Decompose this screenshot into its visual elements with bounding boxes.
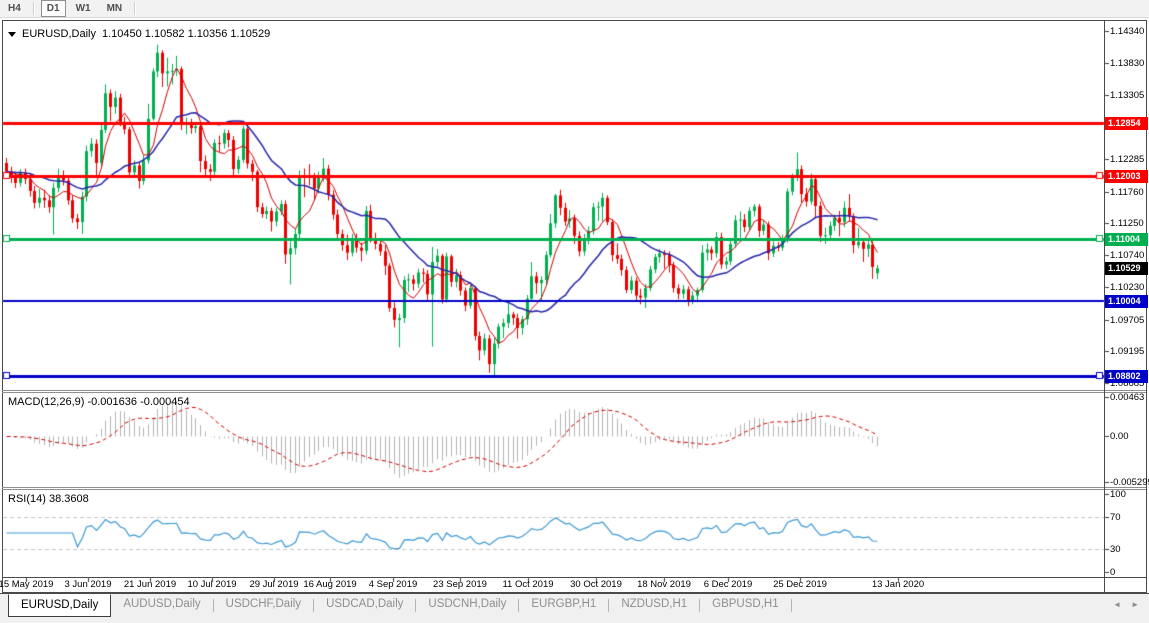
x-axis-label: 15 May 2019 [0, 579, 61, 590]
x-axis-label: 6 Dec 2019 [693, 579, 763, 590]
tab-audusd-daily[interactable]: AUDUSD,Daily [111, 594, 212, 615]
tab-eurgbp-h1[interactable]: EURGBP,H1 [519, 594, 608, 615]
price-tag-line: 1.11004 [1105, 233, 1148, 246]
y-axis-label: 1.09195 [1110, 346, 1144, 357]
macd-axis-label: 0.00 [1110, 431, 1129, 442]
y-axis-label: 1.13830 [1110, 58, 1144, 69]
tab-eurusd-daily[interactable]: EURUSD,Daily [8, 594, 111, 617]
x-axis-label: 23 Sep 2019 [425, 579, 495, 590]
tab-usdcnh-daily[interactable]: USDCNH,Daily [416, 594, 518, 615]
tab-gbpusd-h1[interactable]: GBPUSD,H1 [700, 594, 790, 615]
tab-usdchf-daily[interactable]: USDCHF,Daily [214, 594, 313, 615]
y-axis-label: 1.14340 [1110, 26, 1144, 37]
chart-ohlc-values: 1.10450 1.10582 1.10356 1.10529 [102, 28, 270, 40]
tab-divider [791, 599, 792, 612]
macd-indicator-label: MACD(12,26,9) -0.001636 -0.000454 [8, 396, 190, 408]
rsi-indicator-label: RSI(14) 38.3608 [8, 493, 89, 505]
x-axis-label: 30 Oct 2019 [561, 579, 631, 590]
tab-nzdusd-h1[interactable]: NZDUSD,H1 [609, 594, 699, 615]
x-axis-label: 11 Oct 2019 [493, 579, 563, 590]
chart-tabs-bar: EURUSD,Daily AUDUSD,Daily USDCHF,Daily U… [0, 593, 1149, 623]
tabs-scroll-left-icon[interactable]: ◄ [1113, 600, 1121, 610]
x-axis-label: 4 Sep 2019 [358, 579, 428, 590]
x-axis-label: 16 Aug 2019 [295, 579, 365, 590]
rsi-axis-label: 30 [1110, 544, 1121, 555]
rsi-axis-label: 0 [1110, 567, 1115, 578]
rsi-axis-label: 100 [1110, 489, 1126, 500]
tab-usdcad-daily[interactable]: USDCAD,Daily [314, 594, 415, 615]
x-axis-label: 10 Jul 2019 [177, 579, 247, 590]
y-axis-label: 1.10740 [1110, 250, 1144, 261]
x-axis-label: 3 Jun 2019 [53, 579, 123, 590]
macd-axis-label: -0.005299 [1110, 477, 1149, 488]
y-axis-label: 1.12285 [1110, 154, 1144, 165]
x-axis-label: 21 Jun 2019 [115, 579, 185, 590]
price-tag-line: 1.10004 [1105, 295, 1148, 308]
x-axis-label: 25 Dec 2019 [765, 579, 835, 590]
y-axis-label: 1.11760 [1110, 187, 1144, 198]
rsi-axis-label: 70 [1110, 512, 1121, 523]
price-tag-line: 1.12854 [1105, 117, 1148, 130]
macd-axis-label: 0.00463 [1110, 392, 1144, 403]
tabs-scroll-right-icon[interactable]: ► [1131, 600, 1139, 610]
chart-title: EURUSD,Daily 1.10450 1.10582 1.10356 1.1… [8, 28, 270, 40]
application-window: H4 D1 W1 MN EURUSD,Daily 1.10450 1.10582… [0, 0, 1149, 623]
price-tag-line: 1.12003 [1105, 170, 1148, 183]
y-axis-label: 1.09705 [1110, 315, 1144, 326]
symbol-dropdown-icon[interactable] [8, 32, 16, 37]
y-axis-label: 1.11250 [1110, 218, 1144, 229]
price-tag-line: 1.08802 [1105, 370, 1148, 383]
x-axis-label: 18 Nov 2019 [629, 579, 699, 590]
chart-symbol-label: EURUSD,Daily [22, 28, 96, 40]
chart-canvas[interactable] [0, 0, 1149, 623]
y-axis-label: 1.13305 [1110, 90, 1144, 101]
price-tag-current: 1.10529 [1105, 262, 1148, 275]
y-axis-label: 1.10230 [1110, 282, 1144, 293]
x-axis-label: 13 Jan 2020 [863, 579, 933, 590]
